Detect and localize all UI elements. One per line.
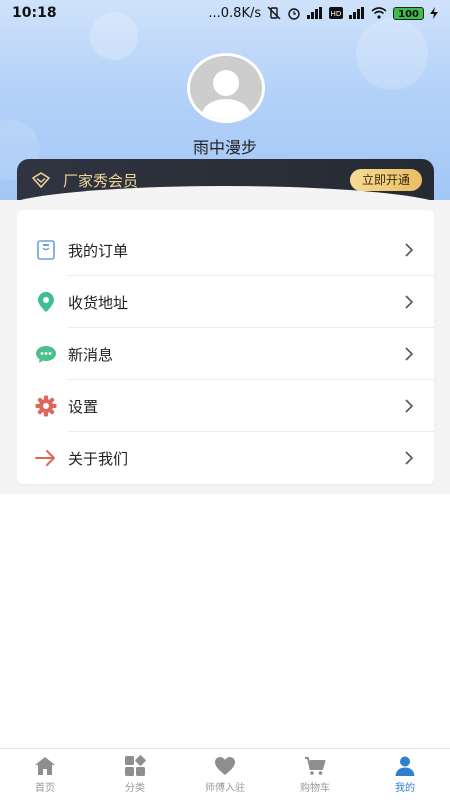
location-pin-icon (38, 292, 54, 312)
cart-icon (305, 757, 326, 775)
chevron-right-icon (405, 347, 414, 361)
menu-card: 我的订单 收货地址 新消息 设置 关于我们 (17, 210, 434, 484)
message-icon (36, 346, 56, 363)
home-icon (35, 757, 55, 775)
menu-item-orders[interactable]: 我的订单 (17, 224, 434, 276)
bottom-tab-bar: 首页 分类 师傅入驻 购物车 我的 (0, 748, 450, 800)
tab-home[interactable]: 首页 (0, 749, 90, 800)
hd-icon: HD (329, 7, 344, 19)
status-icons: ...0.8K/s HD 100 (208, 6, 438, 21)
username: 雨中漫步 (192, 138, 257, 157)
vibrate-icon (267, 6, 281, 20)
menu-item-settings[interactable]: 设置 (17, 380, 434, 432)
gear-icon (35, 395, 57, 417)
menu-item-messages[interactable]: 新消息 (17, 328, 434, 380)
alarm-icon (287, 6, 301, 20)
status-bar: 10:18 ...0.8K/s HD 100 (0, 0, 450, 26)
default-avatar-icon[interactable] (187, 53, 265, 123)
tab-mine[interactable]: 我的 (360, 749, 450, 800)
network-speed: ...0.8K/s (208, 5, 262, 21)
tab-label: 首页 (35, 783, 55, 794)
chevron-right-icon (405, 295, 414, 309)
user-icon (395, 756, 415, 776)
chevron-right-icon (405, 399, 414, 413)
tab-label: 分类 (125, 783, 145, 794)
svg-text:HD: HD (331, 10, 342, 18)
menu-item-about[interactable]: 关于我们 (17, 432, 434, 484)
profile-header: 10:18 ...0.8K/s HD 100 雨中漫步 厂家秀会员 立即开通 (0, 0, 450, 210)
tab-label: 我的 (395, 783, 415, 794)
menu-item-label: 关于我们 (68, 449, 129, 468)
chevron-right-icon (405, 243, 414, 257)
menu-item-label: 收货地址 (68, 293, 129, 312)
menu-item-label: 设置 (68, 397, 99, 416)
battery-indicator: 100 (393, 6, 424, 20)
tab-label: 购物车 (300, 783, 330, 794)
tab-cart[interactable]: 购物车 (270, 749, 360, 800)
chevron-right-icon (405, 451, 414, 465)
charging-icon (430, 7, 438, 19)
arrow-right-icon (35, 450, 55, 466)
tab-technician-join[interactable]: 师傅入驻 (180, 749, 270, 800)
heart-icon (215, 757, 235, 775)
menu-item-label: 新消息 (68, 345, 114, 364)
tab-category[interactable]: 分类 (90, 749, 180, 800)
menu-item-label: 我的订单 (68, 241, 129, 260)
order-icon (37, 240, 55, 260)
tab-label: 师傅入驻 (205, 783, 245, 794)
signal-icon (307, 7, 323, 19)
vip-label: 厂家秀会员 (63, 171, 139, 190)
status-time: 10:18 (12, 5, 57, 21)
decor-bubble (356, 18, 428, 90)
signal-4g-icon (349, 7, 365, 19)
open-vip-button[interactable]: 立即开通 (349, 169, 422, 191)
wifi-icon (371, 7, 387, 19)
crown-icon (32, 172, 50, 188)
menu-item-address[interactable]: 收货地址 (17, 276, 434, 328)
category-icon (125, 755, 146, 776)
